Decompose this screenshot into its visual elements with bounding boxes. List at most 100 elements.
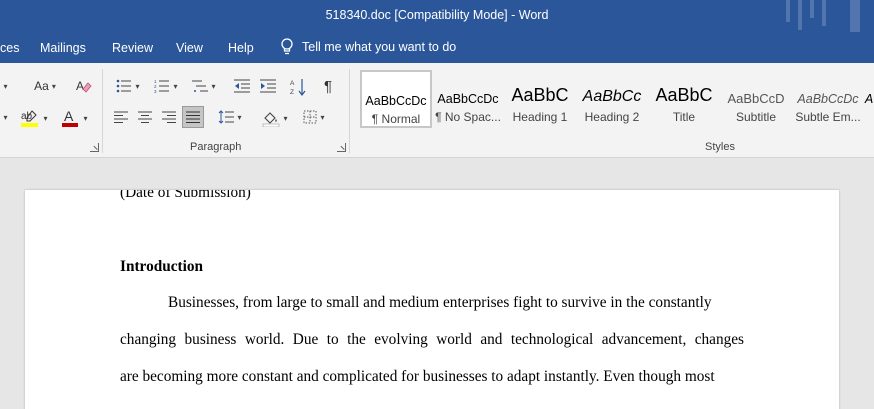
chevron-down-icon: ▾ — [43, 113, 48, 123]
style-sample: AaBbCcDc — [365, 94, 427, 108]
chevron-down-icon: ▾ — [320, 112, 325, 122]
decrease-indent-button[interactable] — [232, 77, 252, 95]
window-title: 518340.doc [Compatibility Mode] - Word — [325, 8, 549, 22]
style-no-spacing[interactable]: AaBbCcDc ¶ No Spac... — [432, 70, 504, 128]
style-sample: AaBbCcDc — [797, 92, 859, 106]
bullets-button[interactable]: ▾ — [112, 77, 144, 95]
document-area: (Date of Submission) Introduction Busine… — [0, 158, 874, 409]
align-right-button[interactable] — [160, 108, 178, 126]
multilevel-list-icon — [192, 80, 209, 92]
style-sample: AaBbCcDc — [437, 92, 499, 106]
style-heading-2[interactable]: AaBbCc Heading 2 — [576, 70, 648, 128]
style-title[interactable]: AaBbC Title — [648, 70, 720, 128]
style-name: Subtle Em... — [795, 110, 861, 124]
tell-me-search[interactable]: Tell me what you want to do — [280, 38, 456, 56]
introduction-heading: Introduction — [120, 258, 204, 275]
lightbulb-icon — [281, 38, 293, 55]
style-sample: AaBbC — [511, 85, 569, 105]
highlighter-icon: ab — [21, 110, 39, 127]
style-heading-1[interactable]: AaBbC Heading 1 — [504, 70, 576, 128]
increase-indent-icon — [260, 79, 276, 93]
align-left-button[interactable] — [112, 108, 130, 126]
style-sample: AaBbC — [655, 85, 713, 105]
date-line: (Date of Submission) — [120, 190, 251, 201]
paragraph-line-3: are becoming more constant and complicat… — [120, 368, 715, 385]
line-spacing-button[interactable]: ▾ — [214, 108, 246, 126]
font-color-button[interactable]: A ▾ — [58, 107, 90, 129]
bullets-icon — [117, 79, 132, 93]
styles-group-label: Styles — [705, 141, 735, 153]
paragraph-group-label: Paragraph — [190, 141, 242, 153]
styles-gallery: AaBbCcDc ¶ Normal AaBbCcDc ¶ No Spac... … — [360, 70, 874, 130]
paragraph-line-2: changing business world. Due to the evol… — [120, 331, 744, 348]
title-bar-decoration — [786, 0, 790, 22]
align-left-icon — [114, 111, 128, 123]
svg-text:3: 3 — [154, 89, 157, 93]
chevron-down-icon: ▾ — [211, 81, 216, 91]
clear-formatting-icon: A — [76, 79, 92, 93]
style-normal[interactable]: AaBbCcDc ¶ Normal — [360, 70, 432, 128]
group-separator — [102, 69, 103, 153]
style-name: ¶ Normal — [371, 112, 421, 126]
tab-mailings[interactable]: Mailings — [40, 41, 86, 55]
borders-button[interactable]: ▾ — [298, 108, 330, 126]
align-center-button[interactable] — [136, 108, 154, 126]
sort-button[interactable]: A Z — [288, 77, 308, 97]
text-effects-dropdown[interactable]: ▾ — [0, 108, 8, 126]
decrease-indent-icon — [234, 79, 250, 93]
ribbon: ▾ Aa ▾ A ▾ ab ▾ A ▾ ▾ 1 2 3 ▾ ▾ A Z ¶ ▾ … — [0, 63, 874, 158]
numbering-icon: 1 2 3 — [154, 79, 170, 93]
group-separator — [349, 69, 350, 153]
chevron-down-icon: ▾ — [83, 113, 88, 123]
multilevel-list-button[interactable]: ▾ — [188, 77, 220, 95]
style-name: ¶ No Spac... — [435, 110, 501, 124]
style-subtitle[interactable]: AaBbCcD Subtitle — [720, 70, 792, 128]
clear-formatting-button[interactable]: A — [74, 76, 94, 96]
pilcrow-icon: ¶ — [323, 77, 333, 95]
title-bar-decoration — [850, 0, 860, 32]
tab-references[interactable]: ces — [0, 41, 19, 55]
tab-help[interactable]: Help — [228, 41, 254, 55]
chevron-down-icon: ▾ — [173, 81, 178, 91]
font-size-dropdown[interactable]: ▾ — [0, 77, 8, 95]
align-center-icon — [138, 111, 152, 123]
document-page[interactable]: (Date of Submission) Introduction Busine… — [25, 190, 839, 409]
chevron-down-icon: ▾ — [51, 81, 56, 91]
style-sample: A — [864, 92, 874, 106]
style-subtle-emphasis[interactable]: AaBbCcDc Subtle Em... — [792, 70, 864, 128]
line-spacing-icon — [219, 110, 235, 124]
paragraph-line-1: Businesses, from large to small and medi… — [168, 294, 712, 311]
tab-review[interactable]: Review — [112, 41, 153, 55]
tab-view[interactable]: View — [176, 41, 203, 55]
chevron-down-icon: ▾ — [237, 112, 242, 122]
style-sample: AaBbCcD — [727, 91, 785, 106]
svg-text:Z: Z — [290, 89, 294, 96]
paragraph-dialog-launcher-icon[interactable] — [337, 143, 346, 152]
style-next-partial[interactable]: A — [864, 70, 874, 128]
borders-icon — [303, 110, 317, 124]
show-formatting-marks-button[interactable]: ¶ — [318, 77, 338, 95]
justify-icon — [186, 111, 200, 123]
shading-button[interactable]: ▾ — [258, 108, 292, 128]
sort-icon: A Z — [290, 79, 306, 96]
increase-indent-button[interactable] — [258, 77, 278, 95]
tell-me-label: Tell me what you want to do — [302, 40, 457, 54]
highlight-color-button[interactable]: ab ▾ — [18, 107, 50, 129]
svg-text:A: A — [76, 79, 84, 93]
title-bar: 518340.doc [Compatibility Mode] - Word — [0, 0, 874, 33]
change-case-label: Aa — [34, 79, 49, 93]
ribbon-tab-bar: ces Mailings Review View Help Tell me wh… — [0, 33, 874, 63]
style-name: Heading 2 — [584, 110, 640, 124]
chevron-down-icon: ▾ — [283, 113, 288, 123]
change-case-button[interactable]: Aa ▾ — [28, 77, 62, 95]
align-right-icon — [162, 111, 176, 123]
svg-text:A: A — [290, 80, 295, 87]
title-bar-decoration — [822, 0, 826, 26]
style-name: Heading 1 — [512, 110, 568, 124]
title-bar-decoration — [810, 0, 814, 18]
paint-bucket-icon — [263, 112, 280, 127]
style-name: Title — [672, 110, 696, 124]
font-dialog-launcher-icon[interactable] — [90, 143, 99, 152]
justify-button[interactable] — [182, 106, 204, 128]
numbering-button[interactable]: 1 2 3 ▾ — [150, 77, 182, 95]
